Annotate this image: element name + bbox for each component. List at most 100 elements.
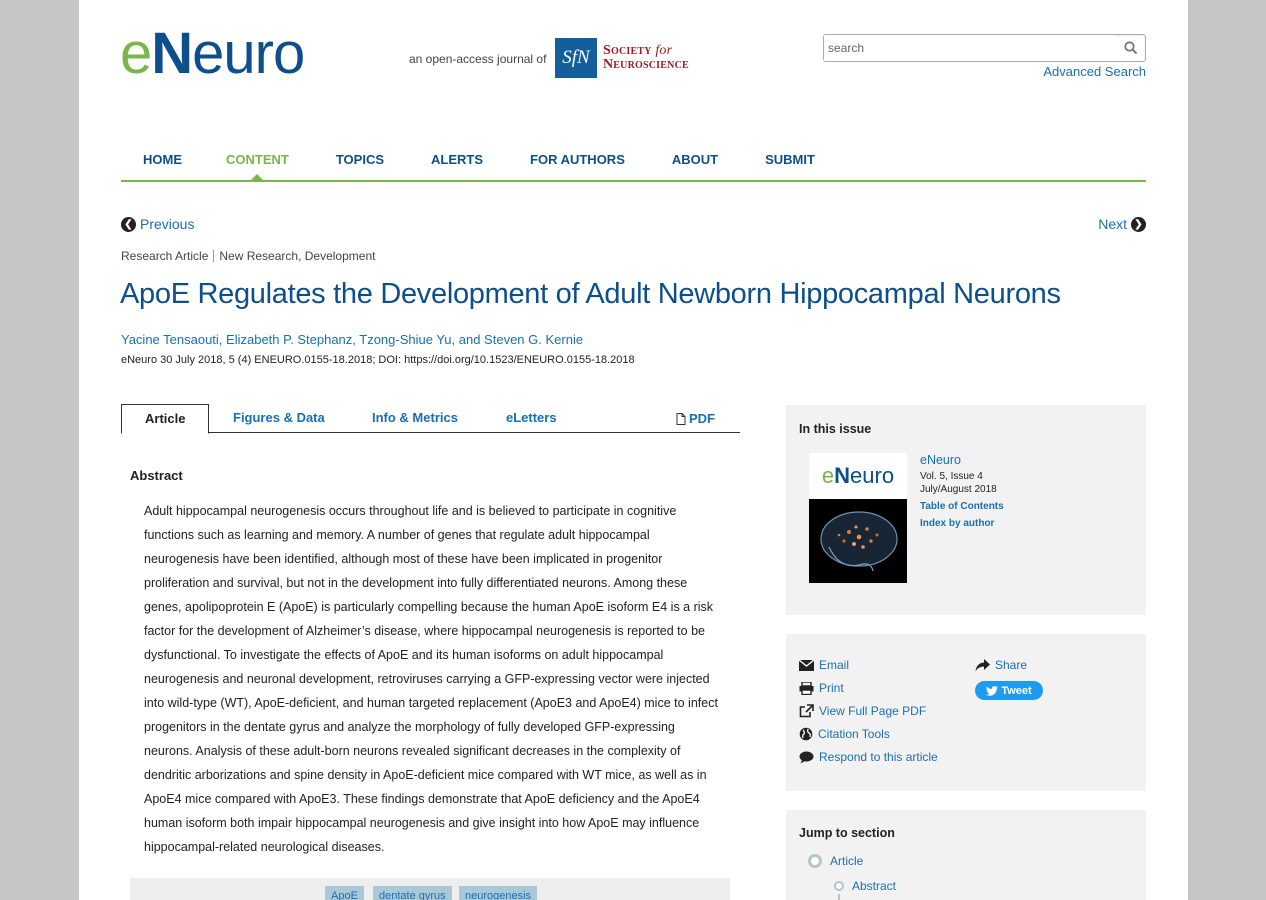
logo-e: e	[120, 21, 152, 86]
tab-article[interactable]: Article	[121, 404, 210, 434]
view-full-page-pdf-link[interactable]: View Full Page PDF	[799, 704, 926, 718]
citation-tools-link[interactable]: Citation Tools	[799, 727, 890, 741]
previous-label: Previous	[140, 216, 195, 232]
search-box	[823, 34, 1146, 62]
abstract-text: Adult hippocampal neurogenesis occurs th…	[144, 504, 718, 854]
nav-label: HOME	[143, 152, 182, 167]
author-list[interactable]: Yacine Tensaouti, Elizabeth P. Stephanz,…	[121, 332, 583, 347]
pdf-label: PDF	[689, 410, 715, 426]
article-section: New Research, Development	[219, 249, 376, 263]
tweet-label: Tweet	[1001, 684, 1032, 697]
nav-label: ABOUT	[671, 152, 719, 167]
jump-article-link[interactable]: Article	[808, 854, 863, 868]
sfn-logo[interactable]: SfN	[555, 38, 597, 78]
print-label: Print	[819, 681, 844, 695]
nav-for-authors[interactable]: FOR AUTHORS	[530, 148, 625, 171]
jump-item-label: Article	[830, 854, 864, 868]
citation-line: eNeuro 30 July 2018, 5 (4) ENEURO.0155-1…	[121, 354, 635, 366]
for-word: for	[655, 43, 673, 58]
nav-topics[interactable]: TOPICS	[336, 148, 384, 171]
eneuro-logo[interactable]: eNeuro	[120, 21, 305, 86]
cover-logo-e: e	[821, 463, 835, 488]
tab-pdf[interactable]: PDF	[676, 404, 715, 433]
article-tabs: Article Figures & Data Info & Metrics eL…	[121, 404, 740, 434]
print-link[interactable]: Print	[799, 681, 844, 695]
nav-alerts[interactable]: ALERTS	[431, 148, 483, 171]
in-this-issue-panel: In this issue eNeuro eNeuro Vol. 5, Issu…	[786, 405, 1146, 615]
neuroscience-word: Neuroscience	[603, 57, 689, 72]
share-label: Share	[995, 658, 1028, 672]
search-icon[interactable]	[1124, 41, 1138, 60]
tab-eletters[interactable]: eLetters	[506, 404, 557, 433]
society-word: Society	[603, 43, 652, 58]
search-input[interactable]	[824, 35, 1114, 61]
abstract-heading: Abstract	[130, 468, 183, 483]
email-link[interactable]: Email	[799, 658, 849, 672]
open-access-text: an open-access journal of	[409, 52, 547, 66]
nav-submit[interactable]: SUBMIT	[765, 148, 815, 171]
page-title: ApoE Regulates the Development of Adult …	[120, 278, 1061, 310]
brain-illustration	[820, 511, 898, 572]
arrow-right-circle-icon: ❯	[1131, 216, 1146, 232]
speech-bubble-icon	[799, 751, 814, 763]
circle-icon	[834, 881, 844, 891]
issue-info: eNeuro Vol. 5, Issue 4 July/August 2018 …	[920, 453, 1004, 532]
breadcrumb: Research Article New Research, Developmen…	[121, 249, 375, 263]
advanced-search-link[interactable]: Advanced Search	[1043, 64, 1146, 79]
issue-volume: Vol. 5, Issue 4	[920, 471, 983, 482]
jump-abstract-link[interactable]: Abstract	[834, 879, 896, 893]
table-of-contents-link[interactable]: Table of Contents	[920, 498, 1004, 515]
divider	[213, 250, 215, 262]
issue-journal-link[interactable]: eNeuro	[920, 453, 1004, 467]
printer-icon	[799, 681, 814, 695]
cover-logo-rest: euro	[850, 463, 895, 488]
nav-label: CONTENT	[226, 152, 289, 167]
main-nav: HOME CONTENT TOPICS ALERTS FOR AUTHORS A…	[121, 148, 1146, 182]
tweet-button[interactable]: Tweet	[975, 681, 1043, 700]
respond-label: Respond to this article	[819, 750, 938, 764]
circle-icon	[808, 854, 822, 868]
tab-figures-data[interactable]: Figures & Data	[233, 404, 325, 433]
society-for-neuroscience-logo[interactable]: Society for Neuroscience	[603, 44, 689, 72]
cover-logo-n: N	[834, 463, 851, 488]
logo-rest: euro	[192, 21, 305, 86]
document-icon	[676, 412, 686, 425]
tab-info-metrics[interactable]: Info & Metrics	[372, 404, 458, 433]
view-pdf-label: View Full Page PDF	[819, 704, 927, 718]
next-link[interactable]: Next ❯	[1098, 216, 1146, 232]
envelope-icon	[799, 659, 814, 671]
panel-heading: Jump to section	[799, 826, 895, 840]
nav-label: FOR AUTHORS	[530, 152, 625, 167]
keyword-tag[interactable]: neurogenesis	[459, 886, 538, 900]
citation-tools-label: Citation Tools	[818, 727, 890, 741]
share-link[interactable]: Share	[975, 658, 1027, 672]
jump-item-label: Abstract	[852, 879, 897, 893]
logo-n: N	[151, 21, 193, 86]
section-tree-line	[838, 894, 840, 900]
index-by-author-link[interactable]: Index by author	[920, 515, 1004, 532]
article-tools-panel: Email Print View Full Page PDF Citation …	[786, 634, 1146, 791]
email-label: Email	[819, 658, 850, 672]
globe-icon	[799, 727, 813, 741]
twitter-bird-icon	[986, 685, 999, 696]
next-label: Next	[1098, 216, 1127, 232]
article-type: Research Article	[121, 249, 209, 263]
keywords-box: ApoE dentate gyrus neurogenesis	[130, 878, 730, 900]
panel-heading: In this issue	[799, 422, 872, 436]
keyword-tag[interactable]: ApoE	[325, 886, 364, 900]
nav-content[interactable]: CONTENT	[226, 148, 289, 181]
active-caret	[250, 174, 265, 181]
respond-link[interactable]: Respond to this article	[799, 750, 938, 764]
issue-cover-image[interactable]: eNeuro	[809, 453, 907, 583]
issue-date: July/August 2018	[920, 484, 997, 495]
nav-label: ALERTS	[431, 152, 484, 167]
arrow-left-circle-icon: ❮	[121, 216, 136, 232]
keyword-tag[interactable]: dentate gyrus	[373, 886, 452, 900]
external-link-icon	[799, 704, 814, 718]
nav-label: SUBMIT	[765, 152, 815, 167]
previous-link[interactable]: ❮ Previous	[121, 216, 194, 232]
jump-to-section-panel: Jump to section Article Abstract	[786, 810, 1146, 900]
nav-about[interactable]: ABOUT	[672, 148, 718, 171]
page: eNeuro an open-access journal of SfN Soc…	[79, 0, 1188, 900]
nav-home[interactable]: HOME	[143, 148, 182, 171]
